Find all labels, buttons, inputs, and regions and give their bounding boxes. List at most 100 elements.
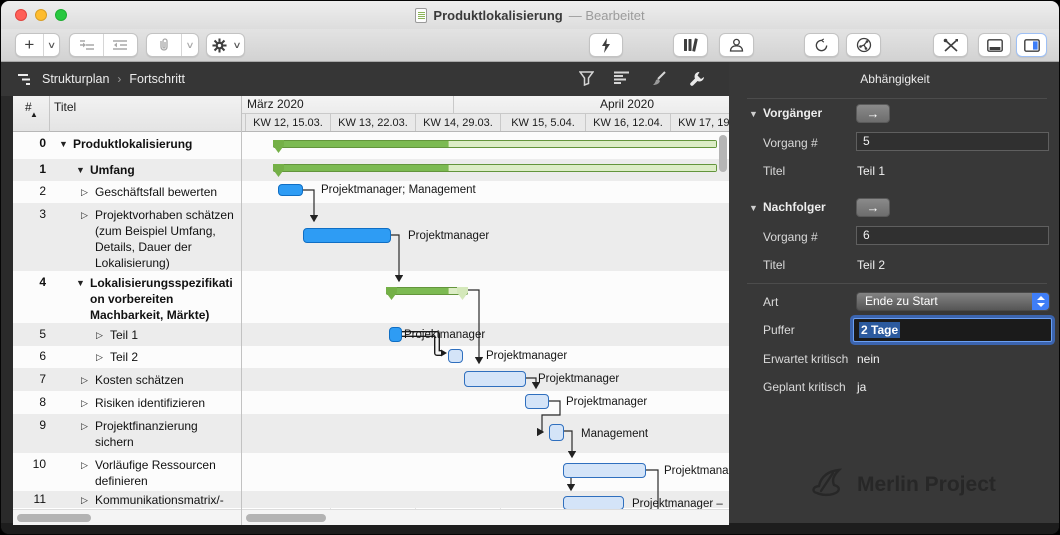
add-button[interactable]: + ∨ xyxy=(15,33,60,57)
week-header-cell[interactable]: KW 15, 5.04. xyxy=(500,114,585,132)
task-title[interactable]: Teil 1 xyxy=(110,327,239,343)
resources-button[interactable] xyxy=(719,33,754,57)
chevron-down-icon[interactable]: ∨ xyxy=(179,34,201,56)
sync-button[interactable] xyxy=(804,33,839,57)
tools-icon xyxy=(943,38,959,53)
disclosure-triangle-icon[interactable]: ▷ xyxy=(81,421,88,432)
disclosure-triangle-icon[interactable]: ▼ xyxy=(76,165,85,175)
chevron-down-icon[interactable]: ∨ xyxy=(228,34,245,56)
breadcrumb-view[interactable]: Strukturplan xyxy=(42,72,109,86)
sort-ascending-icon[interactable]: ▲ xyxy=(30,110,38,119)
planned-critical-label: Geplant kritisch xyxy=(763,380,846,394)
buffer-input[interactable]: 2 Tage xyxy=(853,318,1052,342)
format-list-icon[interactable] xyxy=(613,71,630,86)
dependency-type-dropdown[interactable]: Ende zu Start xyxy=(856,292,1050,311)
gantt-horizontal-scrollbar[interactable] xyxy=(246,514,326,522)
action-menu-button[interactable]: ∨ xyxy=(206,33,245,57)
type-label: Art xyxy=(763,295,778,309)
outdent-icon[interactable] xyxy=(104,34,137,56)
network-icon xyxy=(856,37,872,53)
inspector-title: Abhängigkeit xyxy=(729,72,1060,86)
task-title[interactable]: Umfang xyxy=(90,162,239,178)
disclosure-triangle-icon[interactable]: ▷ xyxy=(81,495,88,506)
filter-funnel-icon[interactable] xyxy=(579,71,594,86)
lightning-icon xyxy=(601,38,611,53)
gantt-view: # ▲ Titel März 2020 April 2020 KW 12, 15… xyxy=(13,96,729,525)
week-header-cell[interactable]: KW 13, 22.03. xyxy=(330,114,415,132)
buffer-label: Puffer xyxy=(763,323,795,337)
successor-number-field[interactable]: 6 xyxy=(856,226,1049,245)
disclosure-triangle-icon[interactable]: ▷ xyxy=(81,460,88,471)
bottom-panel-toggle[interactable] xyxy=(978,33,1011,57)
resource-label: Projektmanager; Management xyxy=(321,184,476,196)
indent-icon[interactable] xyxy=(70,34,103,56)
network-button[interactable] xyxy=(846,33,881,57)
disclosure-triangle-icon[interactable]: ▷ xyxy=(81,375,88,386)
task-number: 9 xyxy=(13,418,46,432)
predecessor-title-label: Titel xyxy=(763,164,785,178)
window-left-edge xyxy=(1,96,13,525)
successor-section-header: Nachfolger xyxy=(763,200,826,214)
title-bar: Produktlokalisierung — Bearbeitet xyxy=(1,1,1059,29)
task-title[interactable]: Projektfinanzierung sichern xyxy=(95,418,239,450)
indent-group xyxy=(69,33,138,57)
task-number: 6 xyxy=(13,349,46,363)
task-title[interactable]: Kommunikationsmatrix/- xyxy=(95,492,239,508)
sync-icon xyxy=(814,38,829,53)
task-title[interactable]: Lokalisierungsspezifikation vorbereiten … xyxy=(90,275,239,323)
paperclip-icon[interactable] xyxy=(147,34,181,56)
week-header-cell[interactable]: KW 12, 15.03. xyxy=(245,114,330,132)
gantt-vertical-scrollbar[interactable] xyxy=(719,135,727,172)
disclosure-triangle-icon[interactable]: ▷ xyxy=(81,187,88,198)
task-title[interactable]: Risiken identifizieren xyxy=(95,395,239,411)
table-horizontal-scrollbar[interactable] xyxy=(17,514,91,522)
successor-title-value: Teil 2 xyxy=(857,258,885,272)
breadcrumb-subview[interactable]: Fortschritt xyxy=(129,72,185,86)
disclosure-triangle-icon[interactable]: ▷ xyxy=(96,330,103,341)
chevron-down-icon[interactable]: ∨ xyxy=(41,34,62,56)
month-label: März 2020 xyxy=(247,97,304,111)
disclosure-triangle-icon[interactable]: ▷ xyxy=(81,210,88,221)
dependency-type-value: Ende zu Start xyxy=(865,294,938,308)
library-button[interactable] xyxy=(673,33,708,57)
disclosure-triangle-icon[interactable]: ▼ xyxy=(59,139,68,149)
task-title[interactable]: Projektvorhaben schätzen (zum Beispiel U… xyxy=(95,207,239,271)
resource-label: Management xyxy=(581,428,648,440)
disclosure-triangle-icon[interactable]: ▷ xyxy=(96,352,103,363)
timeline-month-header[interactable]: März 2020 April 2020 xyxy=(241,96,729,114)
disclosure-triangle-icon[interactable]: ▼ xyxy=(749,109,758,119)
task-number: 4 xyxy=(13,275,46,289)
month-label: April 2020 xyxy=(453,97,729,111)
task-title[interactable]: Vorläufige Ressourcen definieren xyxy=(95,457,239,489)
predecessor-number-field[interactable]: 5 xyxy=(856,132,1049,151)
app-window: Produktlokalisierung — Bearbeitet + ∨ ∨ xyxy=(0,0,1060,535)
disclosure-triangle-icon[interactable]: ▼ xyxy=(76,278,85,288)
actions-button[interactable] xyxy=(589,33,623,57)
week-header-cell[interactable]: KW 16, 12.04. xyxy=(585,114,670,132)
week-header-cell[interactable]: KW 17, 19.04. xyxy=(670,114,729,132)
disclosure-triangle-icon[interactable]: ▼ xyxy=(749,203,758,213)
task-title[interactable]: Teil 2 xyxy=(110,349,239,365)
goto-successor-button[interactable]: → xyxy=(856,198,890,217)
task-number: 7 xyxy=(13,372,46,386)
outline-view-icon[interactable] xyxy=(17,73,34,86)
week-header-cell[interactable]: KW 14, 29.03. xyxy=(415,114,500,132)
right-panel-toggle-icon xyxy=(1024,39,1040,52)
expected-critical-label: Erwartet kritisch xyxy=(763,352,848,366)
task-title[interactable]: Produktlokalisierung xyxy=(73,136,239,152)
disclosure-triangle-icon[interactable]: ▷ xyxy=(81,398,88,409)
document-proxy-icon[interactable] xyxy=(415,8,427,23)
dependency-connectors xyxy=(241,132,729,509)
right-panel-toggle[interactable] xyxy=(1016,33,1047,57)
task-title[interactable]: Geschäftsfall bewerten xyxy=(95,184,239,200)
settings-tools-button[interactable] xyxy=(933,33,968,57)
inspector-panel: Abhängigkeit ▼ Vorgänger → Vorgang # 5 T… xyxy=(729,62,1060,525)
planned-critical-value: ja xyxy=(857,380,866,394)
window-title: Produktlokalisierung xyxy=(433,8,562,23)
timeline-week-header[interactable]: KW 12, 15.03.KW 13, 22.03.KW 14, 29.03.K… xyxy=(241,114,729,132)
column-header-title[interactable]: Titel xyxy=(54,100,76,114)
style-brush-icon[interactable] xyxy=(651,71,667,87)
task-title[interactable]: Kosten schätzen xyxy=(95,372,239,388)
wrench-icon[interactable] xyxy=(689,71,705,87)
goto-predecessor-button[interactable]: → xyxy=(856,104,890,123)
